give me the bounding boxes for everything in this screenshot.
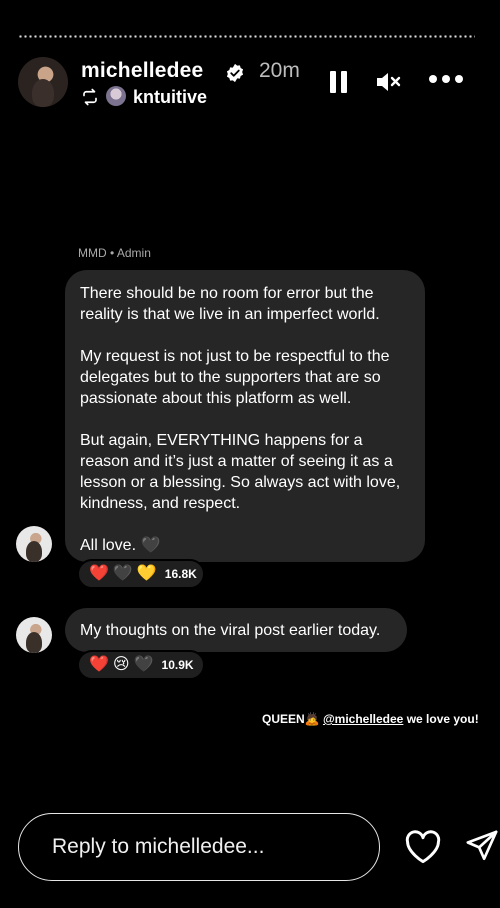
red-heart-reaction: ❤️ (89, 656, 109, 673)
profile-avatar[interactable] (18, 57, 68, 107)
reaction-bar[interactable]: ❤️ 🖤 💛 16.8K (77, 559, 205, 589)
repost-source-avatar[interactable] (106, 86, 126, 106)
reaction-bar[interactable]: ❤️ 😢 🖤 10.9K (77, 650, 205, 680)
sender-avatar[interactable] (16, 526, 52, 562)
black-heart-reaction: 🖤 (133, 656, 154, 673)
mention-prefix: QUEEN🙇 (262, 712, 323, 726)
message-paragraph: There should be no room for error but th… (80, 285, 380, 323)
mention-caption: QUEEN🙇 @michelledee we love you! (262, 712, 479, 726)
verified-icon (226, 63, 244, 83)
username[interactable]: michelledee (81, 59, 203, 83)
mention-handle[interactable]: @michelledee (323, 712, 403, 726)
reply-input[interactable] (50, 834, 354, 860)
reaction-count: 10.9K (161, 658, 194, 672)
message-paragraph: My request is not just to be respectful … (80, 348, 390, 407)
story-header: michelledee 20m kntuitive (18, 57, 488, 111)
message-paragraph: All love. 🖤 (80, 537, 161, 554)
mute-icon[interactable] (375, 70, 401, 94)
sender-label: MMD • Admin (78, 246, 151, 260)
post-time: 20m (259, 59, 300, 82)
mention-suffix: we love you! (403, 712, 479, 726)
message-bubble[interactable]: My thoughts on the viral post earlier to… (65, 608, 407, 652)
reply-field[interactable] (18, 813, 380, 881)
message-bubble[interactable]: There should be no room for error but th… (65, 270, 425, 562)
repost-icon (83, 88, 97, 106)
black-heart-reaction: 🖤 (112, 565, 133, 582)
red-heart-reaction: ❤️ (89, 565, 109, 582)
reaction-count: 16.8K (164, 567, 197, 581)
more-icon[interactable] (429, 75, 463, 85)
send-icon[interactable] (465, 829, 499, 863)
repost-source-username[interactable]: kntuitive (133, 87, 207, 108)
pause-icon[interactable] (330, 71, 347, 93)
yellow-heart-reaction: 💛 (136, 565, 157, 582)
message-paragraph: But again, EVERYTHING happens for a reas… (80, 432, 401, 512)
heart-icon[interactable] (404, 830, 442, 864)
crying-face-reaction: 😢 (112, 656, 130, 673)
message-text: My thoughts on the viral post earlier to… (80, 622, 381, 639)
story-progress-bar (18, 35, 475, 38)
sender-avatar[interactable] (16, 617, 52, 653)
